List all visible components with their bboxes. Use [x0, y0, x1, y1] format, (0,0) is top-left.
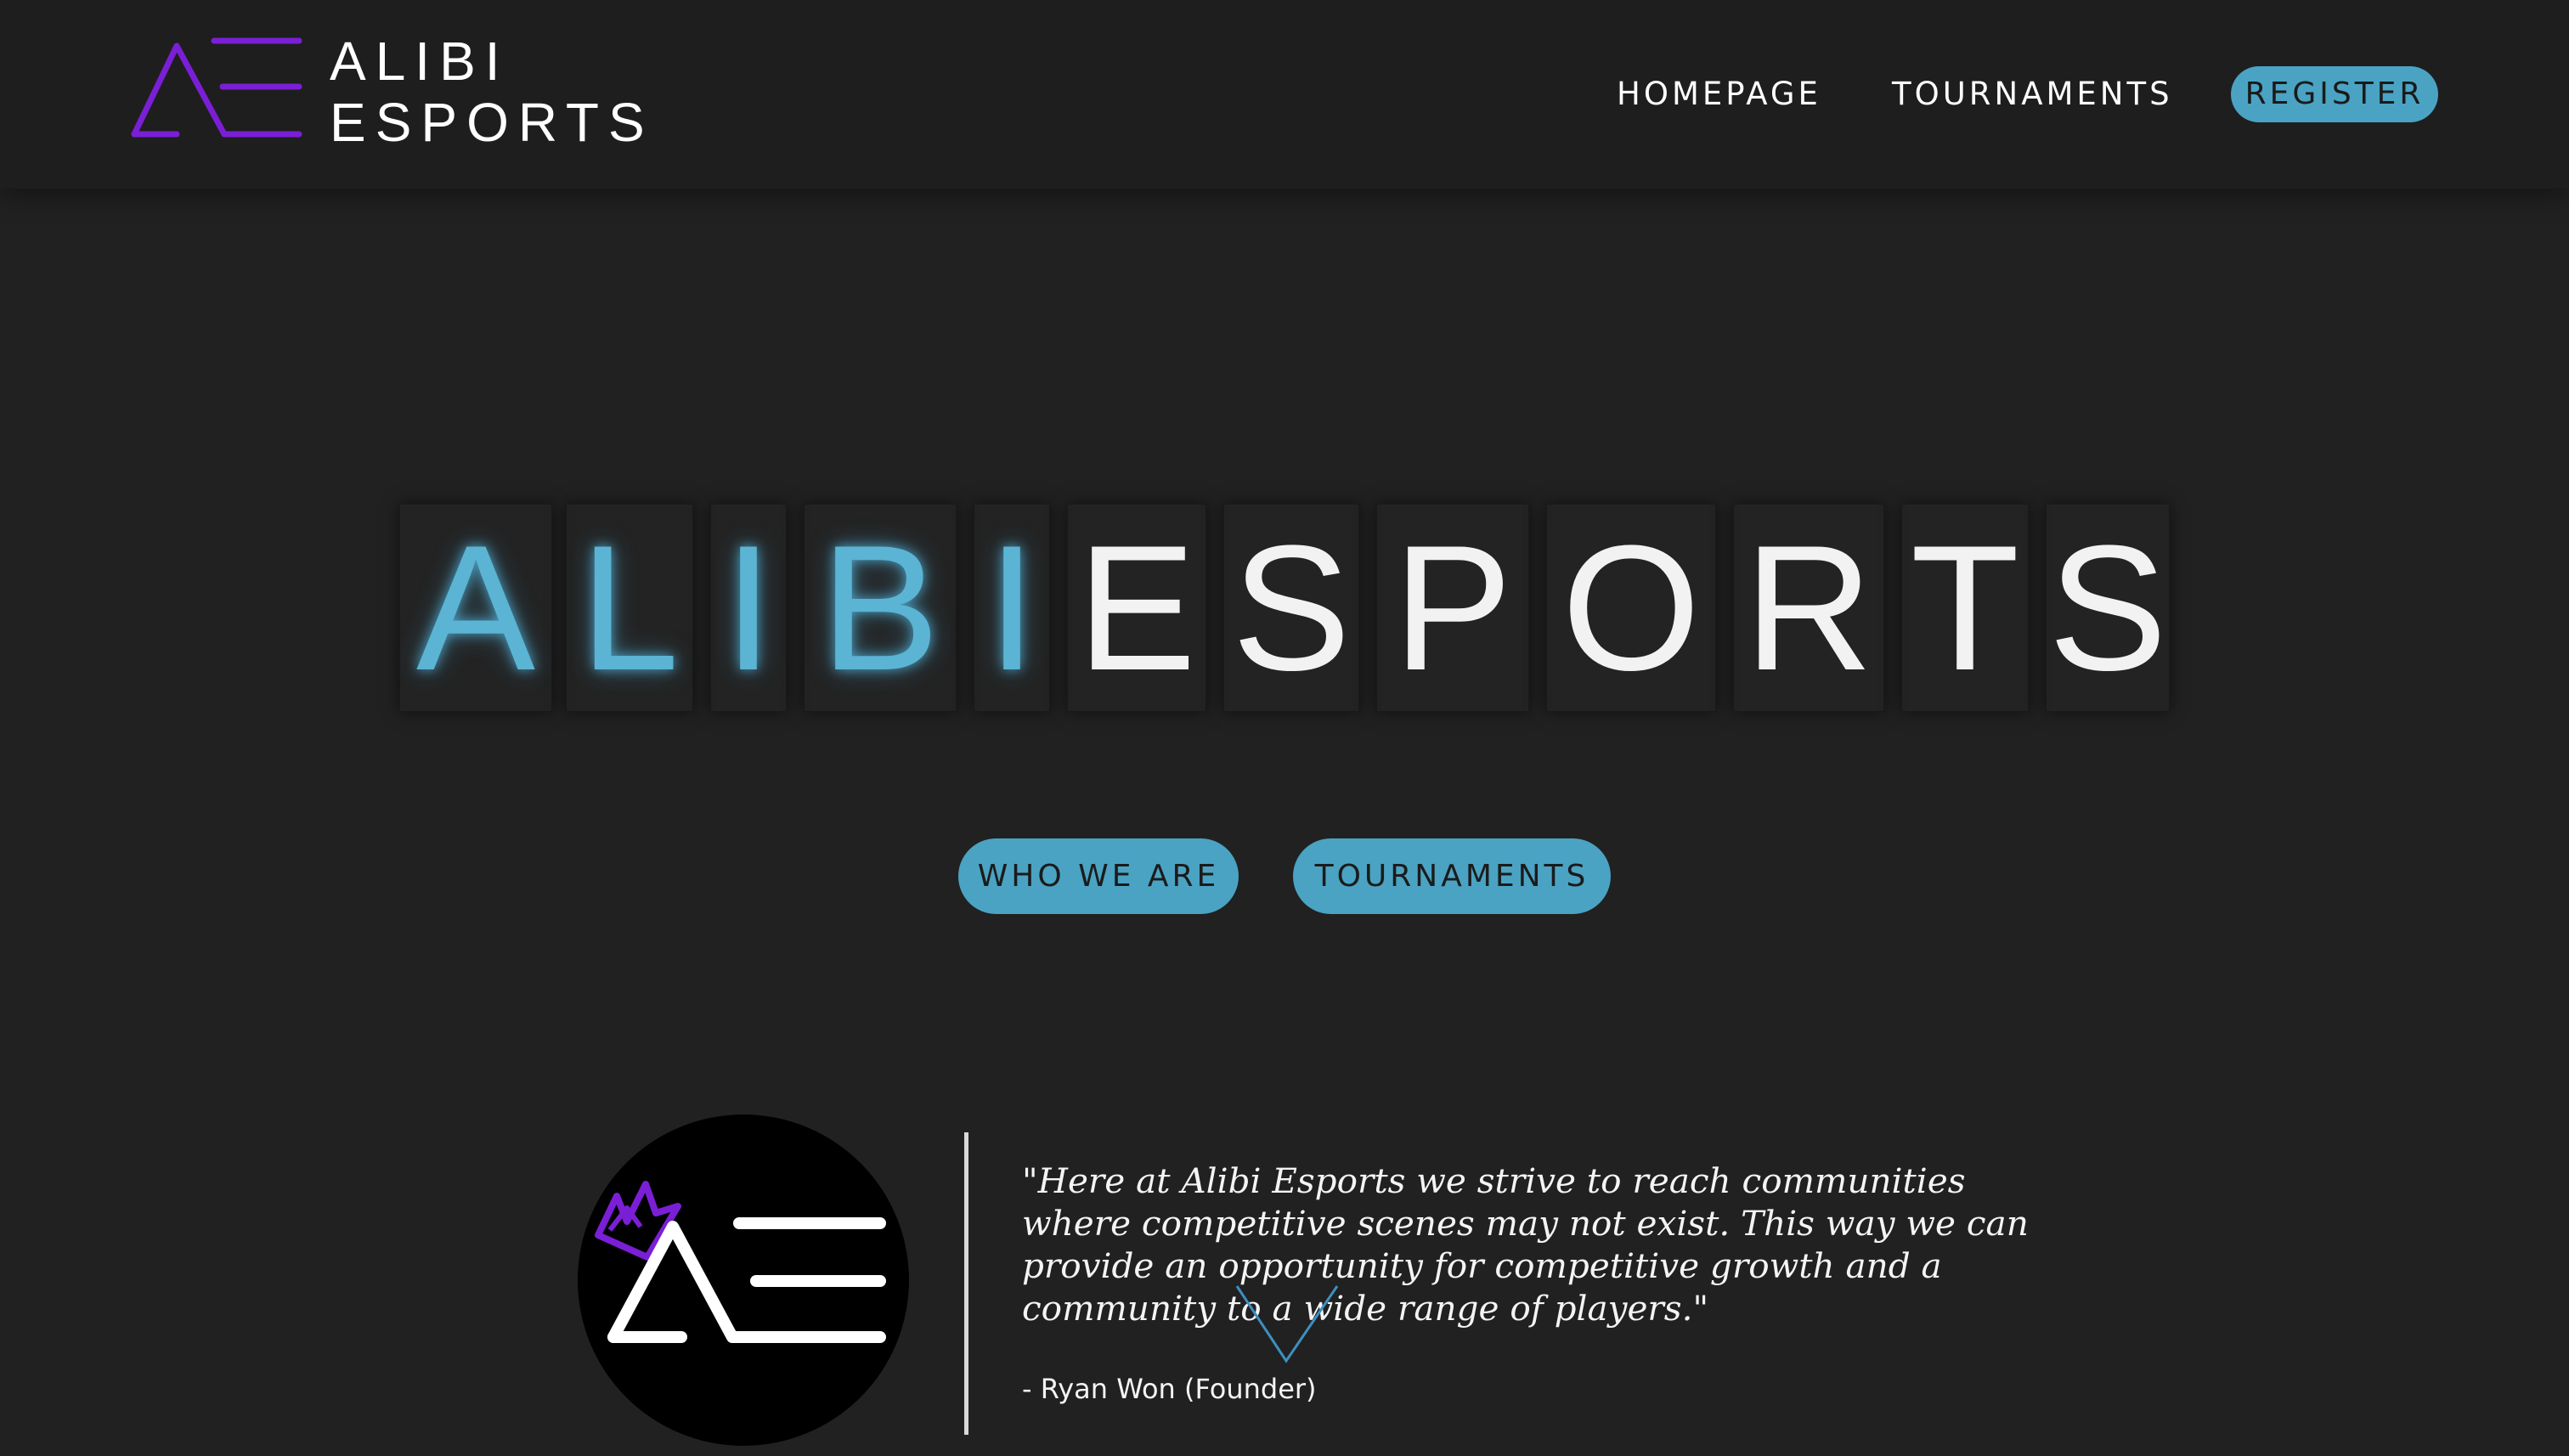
register-button[interactable]: REGISTER — [2231, 66, 2438, 122]
quote-divider — [964, 1132, 968, 1435]
tournaments-button[interactable]: TOURNAMENTS — [1293, 838, 1611, 914]
page: ALIBI ESPORTS HOMEPAGE TOURNAMENTS REGIS… — [0, 0, 2569, 1456]
hero-letter: S — [2046, 504, 2170, 712]
hero-letter: E — [1067, 504, 1206, 712]
hero-letter: B — [804, 504, 957, 712]
site-logo[interactable]: ALIBI ESPORTS — [127, 31, 654, 150]
chevron-down-icon[interactable] — [1232, 1281, 1342, 1366]
site-header: ALIBI ESPORTS HOMEPAGE TOURNAMENTS REGIS… — [0, 0, 2569, 189]
hero-letter: I — [974, 504, 1050, 712]
logo-text-esports: ESPORTS — [330, 92, 654, 153]
hero-letter: I — [710, 504, 787, 712]
quote-author: - Ryan Won (Founder) — [1022, 1373, 1317, 1405]
hero-letter: O — [1546, 504, 1716, 712]
nav-homepage-link[interactable]: HOMEPAGE — [1617, 66, 1821, 122]
nav-tournaments-link[interactable]: TOURNAMENTS — [1892, 66, 2173, 122]
hero-letter: A — [399, 504, 552, 712]
ae-crown-logo-icon — [595, 1181, 886, 1343]
who-we-are-button[interactable]: WHO WE ARE — [958, 838, 1239, 914]
founder-quote: "Here at Alibi Esports we strive to reac… — [1022, 1160, 2029, 1329]
ae-logo-icon — [131, 37, 302, 138]
hero-letter: L — [566, 504, 693, 712]
hero-letter: S — [1223, 504, 1359, 712]
hero-letter: R — [1733, 504, 1884, 712]
logo-text-alibi: ALIBI — [330, 31, 510, 92]
hero-title: A L I B I E S P O R T S — [399, 504, 2170, 712]
hero-letter: P — [1376, 504, 1529, 712]
hero-letter: T — [1901, 504, 2029, 712]
founder-badge — [578, 1115, 909, 1446]
